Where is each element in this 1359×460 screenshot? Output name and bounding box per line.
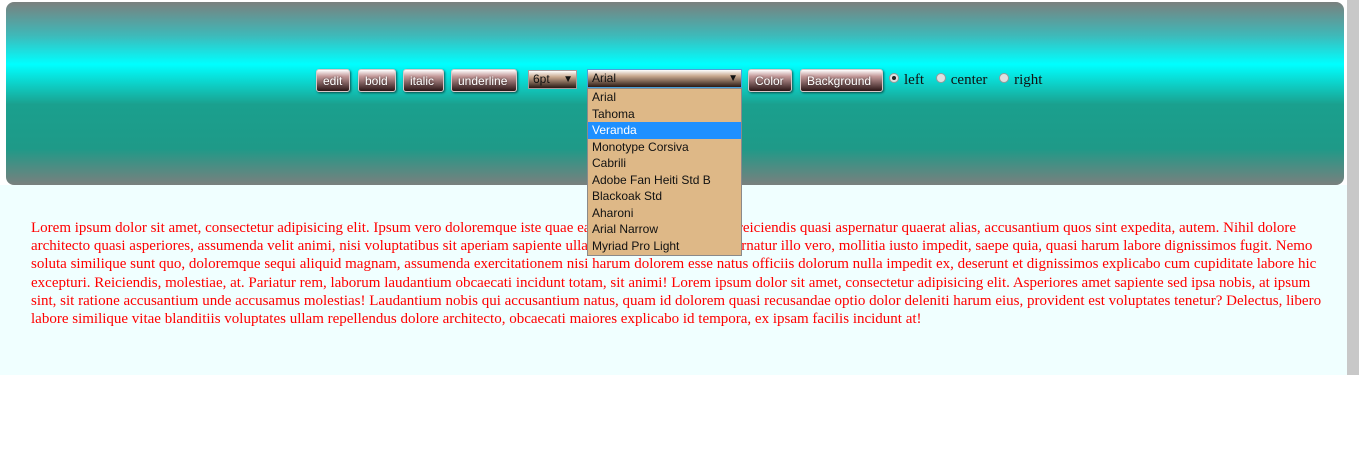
font-option[interactable]: Myriad Pro Light bbox=[588, 238, 741, 255]
font-family-dropdown-list: Arial Tahoma Veranda Monotype Corsiva Ca… bbox=[587, 88, 742, 256]
background-button[interactable]: Background bbox=[800, 69, 883, 92]
font-option[interactable]: Arial bbox=[588, 89, 741, 106]
font-option[interactable]: Aharoni bbox=[588, 205, 741, 222]
font-size-value: 6pt bbox=[533, 72, 550, 86]
align-left-label: left bbox=[904, 72, 924, 88]
font-option-highlighted[interactable]: Veranda bbox=[588, 122, 741, 139]
chevron-down-icon: ▼ bbox=[563, 74, 573, 85]
underline-button[interactable]: underline bbox=[451, 69, 517, 92]
font-size-select[interactable]: 6pt ▼ bbox=[528, 70, 577, 89]
font-option[interactable]: Blackoak Std bbox=[588, 188, 741, 205]
color-button[interactable]: Color bbox=[748, 69, 792, 92]
font-option[interactable]: Tahoma bbox=[588, 106, 741, 123]
align-center-radio[interactable] bbox=[935, 73, 946, 83]
font-family-value: Arial bbox=[592, 71, 617, 85]
align-left-radio[interactable] bbox=[889, 73, 899, 83]
italic-button[interactable]: italic bbox=[403, 69, 444, 92]
edit-button[interactable]: edit bbox=[316, 69, 350, 92]
bold-button[interactable]: bold bbox=[358, 69, 396, 92]
align-center-label: center bbox=[950, 72, 988, 88]
chevron-down-icon: ▼ bbox=[728, 73, 738, 84]
align-right-label: right bbox=[1014, 72, 1043, 88]
vertical-scrollbar[interactable] bbox=[1347, 0, 1359, 375]
align-right-radio[interactable] bbox=[999, 73, 1010, 83]
alignment-radio-group: left center right bbox=[889, 72, 1050, 90]
font-option[interactable]: Monotype Corsiva bbox=[588, 139, 741, 156]
font-option[interactable]: Arial Narrow bbox=[588, 221, 741, 238]
font-option[interactable]: Adobe Fan Heiti Std B bbox=[588, 172, 741, 189]
font-option[interactable]: Cabrili bbox=[588, 155, 741, 172]
font-family-select[interactable]: Arial ▼ bbox=[587, 69, 742, 88]
